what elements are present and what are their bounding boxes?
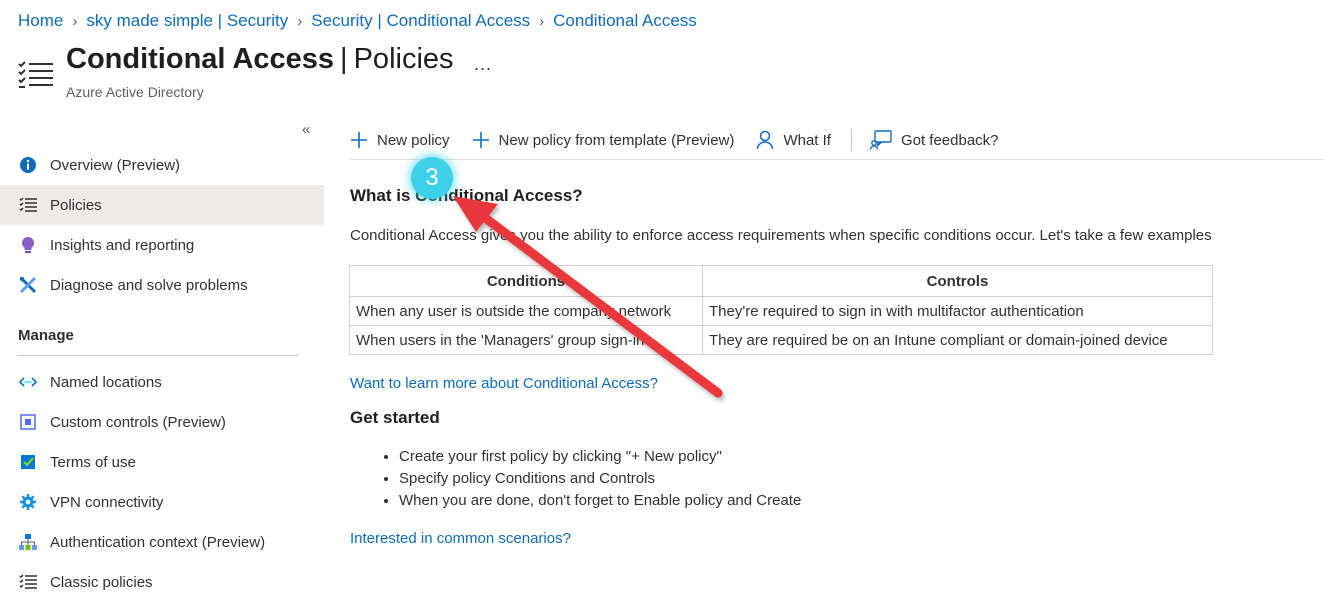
what-if-label: What If bbox=[783, 131, 831, 149]
table-cell: When any user is outside the company net… bbox=[349, 296, 703, 326]
sidebar-item-insights-and-reporting[interactable]: Insights and reporting bbox=[0, 225, 324, 265]
checklist-icon bbox=[18, 452, 38, 472]
get-started-steps: Create your first policy by clicking "+ … bbox=[350, 446, 801, 512]
breadcrumb-security-conditional-access[interactable]: Security | Conditional Access bbox=[311, 11, 530, 31]
table-row: When users in the 'Managers' group sign-… bbox=[349, 325, 1213, 355]
more-options-button[interactable]: ... bbox=[474, 54, 492, 75]
new-policy-label: New policy bbox=[377, 131, 450, 149]
sidebar: Overview (Preview) Policies Insights and… bbox=[0, 145, 324, 602]
table-row: When any user is outside the company net… bbox=[349, 296, 1213, 326]
what-is-heading: What is Conditional Access? bbox=[350, 186, 583, 205]
examples-table: Conditions Controls When any user is out… bbox=[349, 265, 1213, 355]
hierarchy-icon bbox=[18, 532, 38, 552]
collapse-sidebar-button[interactable]: « bbox=[302, 121, 310, 138]
plus-icon bbox=[472, 131, 490, 149]
new-policy-from-template-label: New policy from template (Preview) bbox=[498, 131, 735, 149]
breadcrumb-conditional-access[interactable]: Conditional Access bbox=[553, 11, 697, 31]
chevron-right-icon: › bbox=[539, 12, 545, 30]
sidebar-item-label: Classic policies bbox=[50, 573, 153, 591]
page-title: Conditional Access | Policies bbox=[66, 43, 454, 76]
what-if-button[interactable]: What If bbox=[756, 123, 831, 157]
page-title-main: Conditional Access bbox=[66, 43, 335, 75]
feedback-icon bbox=[869, 130, 892, 150]
gear-icon bbox=[18, 492, 38, 512]
manage-section-title: Manage bbox=[18, 326, 74, 344]
breadcrumb: Home › sky made simple | Security › Secu… bbox=[18, 11, 697, 31]
sidebar-item-label: Diagnose and solve problems bbox=[50, 276, 248, 294]
info-icon bbox=[18, 155, 38, 175]
title-divider: | bbox=[340, 43, 348, 75]
sidebar-item-label: VPN connectivity bbox=[50, 493, 164, 511]
feedback-label: Got feedback? bbox=[900, 131, 999, 149]
breadcrumb-tenant-security[interactable]: sky made simple | Security bbox=[86, 11, 288, 31]
sidebar-item-policies[interactable]: Policies bbox=[0, 185, 324, 225]
get-started-heading: Get started bbox=[350, 408, 440, 427]
list-item: When you are done, don't forget to Enabl… bbox=[399, 490, 801, 512]
step-number-badge: 3 bbox=[411, 157, 453, 199]
intro-text: Conditional Access gives you the ability… bbox=[350, 227, 1212, 244]
lightbulb-icon bbox=[18, 235, 38, 255]
page-subtitle: Azure Active Directory bbox=[66, 84, 204, 100]
sidebar-item-classic-policies[interactable]: Classic policies bbox=[0, 562, 324, 602]
table-header-row: Conditions Controls bbox=[349, 265, 1213, 297]
list-item: Create your first policy by clicking "+ … bbox=[399, 446, 801, 468]
sidebar-item-label: Custom controls (Preview) bbox=[50, 413, 226, 431]
breadcrumb-home[interactable]: Home bbox=[18, 11, 63, 31]
section-divider bbox=[18, 355, 299, 356]
chevron-right-icon: › bbox=[72, 12, 78, 30]
page-title-section: Policies bbox=[353, 43, 454, 75]
sidebar-item-label: Terms of use bbox=[50, 453, 136, 471]
chevron-right-icon: › bbox=[297, 12, 303, 30]
new-policy-from-template-button[interactable]: New policy from template (Preview) bbox=[472, 123, 735, 157]
sidebar-item-label: Overview (Preview) bbox=[50, 156, 181, 174]
sidebar-item-diagnose-and-solve[interactable]: Diagnose and solve problems bbox=[0, 265, 324, 305]
person-icon bbox=[756, 130, 774, 150]
column-header-conditions: Conditions bbox=[349, 265, 703, 297]
new-policy-button[interactable]: New policy bbox=[350, 123, 450, 157]
sidebar-item-label: Policies bbox=[50, 196, 102, 214]
sidebar-item-terms-of-use[interactable]: Terms of use bbox=[0, 442, 324, 482]
sidebar-item-named-locations[interactable]: Named locations bbox=[0, 362, 324, 402]
learn-more-link[interactable]: Want to learn more about Conditional Acc… bbox=[350, 375, 658, 392]
network-icon bbox=[18, 372, 38, 392]
sidebar-item-label: Insights and reporting bbox=[50, 236, 195, 254]
sidebar-item-custom-controls[interactable]: Custom controls (Preview) bbox=[0, 402, 324, 442]
sidebar-item-label: Authentication context (Preview) bbox=[50, 533, 266, 551]
command-bar: New policy New policy from template (Pre… bbox=[350, 121, 1324, 160]
plus-icon bbox=[350, 131, 368, 149]
list-icon bbox=[18, 572, 38, 592]
command-divider bbox=[850, 129, 852, 151]
feedback-button[interactable]: Got feedback? bbox=[869, 123, 999, 157]
table-cell: They are required be on an Intune compli… bbox=[702, 325, 1213, 355]
sidebar-item-overview[interactable]: Overview (Preview) bbox=[0, 145, 324, 185]
list-item: Specify policy Conditions and Controls bbox=[399, 468, 801, 490]
common-scenarios-link[interactable]: Interested in common scenarios? bbox=[350, 530, 571, 547]
list-icon bbox=[18, 195, 38, 215]
sidebar-item-label: Named locations bbox=[50, 373, 162, 391]
column-header-controls: Controls bbox=[702, 265, 1213, 297]
wrench-icon bbox=[18, 275, 38, 295]
policies-list-icon bbox=[18, 60, 54, 90]
sidebar-item-vpn-connectivity[interactable]: VPN connectivity bbox=[0, 482, 324, 522]
table-cell: When users in the 'Managers' group sign-… bbox=[349, 325, 703, 355]
sidebar-item-authentication-context[interactable]: Authentication context (Preview) bbox=[0, 522, 324, 562]
table-cell: They're required to sign in with multifa… bbox=[702, 296, 1213, 326]
custom-controls-icon bbox=[18, 412, 38, 432]
